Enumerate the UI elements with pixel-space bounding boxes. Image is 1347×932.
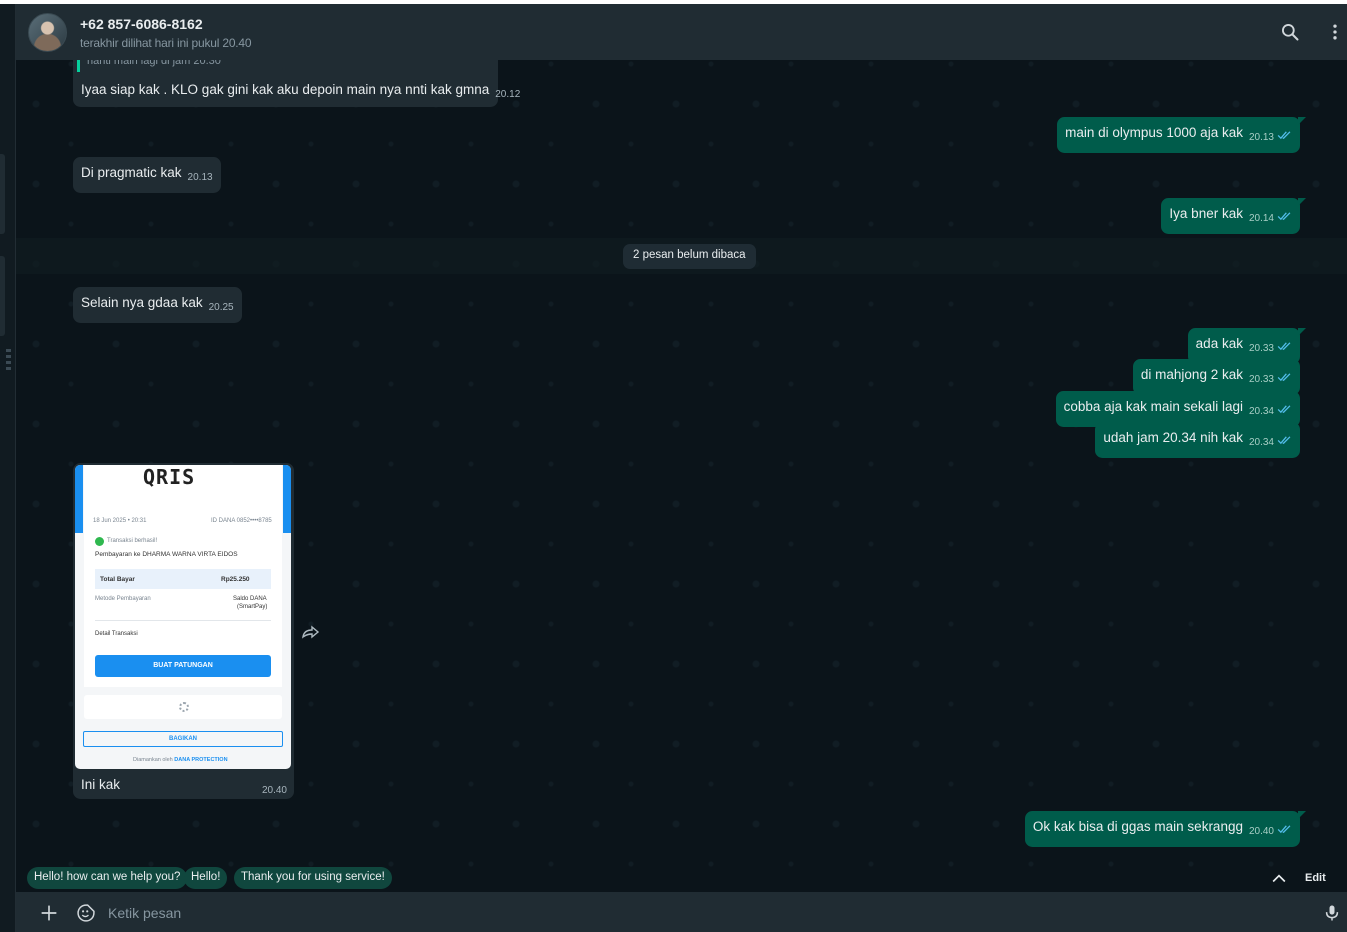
method-value: Saldo DANA	[233, 596, 267, 602]
detail-label: Detail Transaksi	[95, 631, 138, 637]
read-ticks-icon	[1277, 405, 1291, 414]
forward-icon[interactable]	[299, 620, 323, 644]
message-text: di mahjong 2 kak	[1140, 367, 1243, 382]
chevron-up-icon[interactable]	[1269, 869, 1289, 889]
total-value: Rp25.250	[221, 576, 250, 583]
read-ticks-icon	[1277, 373, 1291, 382]
total-label: Total Bayar	[100, 576, 135, 583]
dana-protection-logo: DANA PROTECTION	[174, 757, 228, 763]
message-time: 20.34	[1248, 406, 1274, 417]
message-time: 20.33	[1248, 343, 1274, 354]
message-time: 20.34	[1248, 437, 1274, 448]
bagikan-button: BAGIKAN	[83, 731, 283, 747]
microphone-icon[interactable]	[1322, 903, 1342, 923]
menu-icon[interactable]	[1325, 22, 1345, 42]
spinner-icon	[179, 702, 189, 712]
read-ticks-icon	[1277, 342, 1291, 351]
message-bubble-incoming[interactable]: nanti main lagi di jam 20.30 Iyaa siap k…	[73, 52, 520, 107]
separator	[95, 620, 271, 621]
sticker-emoji-icon[interactable]	[76, 903, 96, 923]
loading-box	[84, 695, 282, 719]
read-ticks-icon	[1277, 825, 1291, 834]
message-time: 20.40	[261, 785, 287, 796]
quick-replies-bar: Hello! how can we help you? Hello! Thank…	[16, 865, 1347, 891]
sidebar-edge-tab	[0, 256, 5, 336]
search-icon[interactable]	[1280, 22, 1300, 42]
edit-quick-replies-button[interactable]: Edit	[1305, 872, 1326, 884]
receipt-edge	[283, 465, 291, 533]
quick-reply-chip[interactable]: Thank you for using service!	[234, 867, 392, 889]
chat-header: +62 857-6086-8162 terakhir dilihat hari …	[16, 4, 1347, 60]
message-input[interactable]	[108, 898, 1298, 928]
quick-reply-chip[interactable]: Hello!	[184, 867, 228, 889]
message-bubble-incoming[interactable]: Di pragmatic kak 20.13	[73, 157, 221, 193]
receipt-status: Transaksi berhasil!	[107, 538, 158, 544]
image-caption: Ini kak	[81, 777, 121, 792]
message-text: Iya bner kak	[1169, 206, 1243, 221]
message-text: ada kak	[1195, 336, 1243, 351]
message-text: main di olympus 1000 aja kak	[1065, 125, 1243, 140]
resize-handle[interactable]	[6, 349, 11, 371]
plus-icon[interactable]	[40, 904, 58, 922]
message-text: Di pragmatic kak	[81, 165, 182, 180]
message-time: 20.14	[1248, 213, 1274, 224]
quick-reply-chip[interactable]: Hello! how can we help you?	[27, 867, 188, 889]
message-time: 20.33	[1248, 374, 1274, 385]
message-bubble-outgoing[interactable]: Iya bner kak 20.14	[1161, 198, 1306, 234]
qris-logo: QRIS	[143, 465, 196, 489]
message-text: Iyaa siap kak . KLO gak gini kak aku dep…	[81, 82, 490, 97]
buat-patungan-button: BUAT PATUNGAN	[95, 655, 271, 677]
method-label: Metode Pembayaran	[95, 596, 151, 602]
message-bubble-outgoing[interactable]: di mahjong 2 kak 20.33	[1132, 359, 1300, 395]
message-text: cobba aja kak main sekali lagi	[1063, 399, 1243, 414]
message-bubble-outgoing[interactable]: Ok kak bisa di ggas main sekrangg 20.40	[1024, 811, 1307, 847]
unread-count-label: 2 pesan belum dibaca	[623, 244, 756, 269]
receipt-id: ID DANA 0852••••8785	[211, 518, 272, 524]
sidebar-edge-tab	[0, 154, 5, 234]
message-time: 20.12	[495, 89, 521, 100]
last-seen-status: terakhir dilihat hari ini pukul 20.40	[80, 36, 252, 50]
message-bubble-incoming[interactable]: Selain nya gdaa kak 20.25	[73, 287, 242, 323]
message-bubble-outgoing[interactable]: udah jam 20.34 nih kak 20.34	[1095, 422, 1300, 458]
message-bubble-outgoing[interactable]: main di olympus 1000 aja kak 20.13	[1057, 117, 1306, 153]
success-check-icon	[95, 537, 104, 546]
contact-name[interactable]: +62 857-6086-8162	[80, 16, 203, 32]
avatar[interactable]	[28, 13, 67, 52]
receipt-image[interactable]: QRIS 18 Jun 2025 • 20:31 ID DANA 0852•••…	[75, 465, 291, 769]
message-time: 20.13	[1248, 132, 1274, 143]
message-time: 20.13	[187, 172, 213, 183]
message-text: Ok kak bisa di ggas main sekrangg	[1032, 819, 1243, 834]
message-composer	[16, 892, 1347, 932]
receipt-edge	[75, 465, 83, 533]
method-value-sub: (SmartPay)	[237, 604, 268, 610]
receipt-footer: Diamankan oleh DANA PROTECTION	[133, 757, 228, 763]
message-time: 20.40	[1248, 826, 1274, 837]
message-time: 20.25	[208, 302, 234, 313]
read-ticks-icon	[1277, 436, 1291, 445]
receipt-date: 18 Jun 2025 • 20:31	[93, 518, 147, 524]
image-message-bubble[interactable]: QRIS 18 Jun 2025 • 20:31 ID DANA 0852•••…	[73, 463, 294, 799]
read-ticks-icon	[1277, 212, 1291, 221]
message-text: Selain nya gdaa kak	[81, 295, 203, 310]
receipt-merchant: Pembayaran ke DHARMA WARNA VIRTA EIDOS	[95, 551, 238, 558]
message-text: udah jam 20.34 nih kak	[1103, 430, 1243, 445]
left-sidebar-edge	[0, 4, 16, 932]
read-ticks-icon	[1277, 131, 1291, 140]
secured-by-text: Diamankan oleh	[133, 757, 173, 763]
